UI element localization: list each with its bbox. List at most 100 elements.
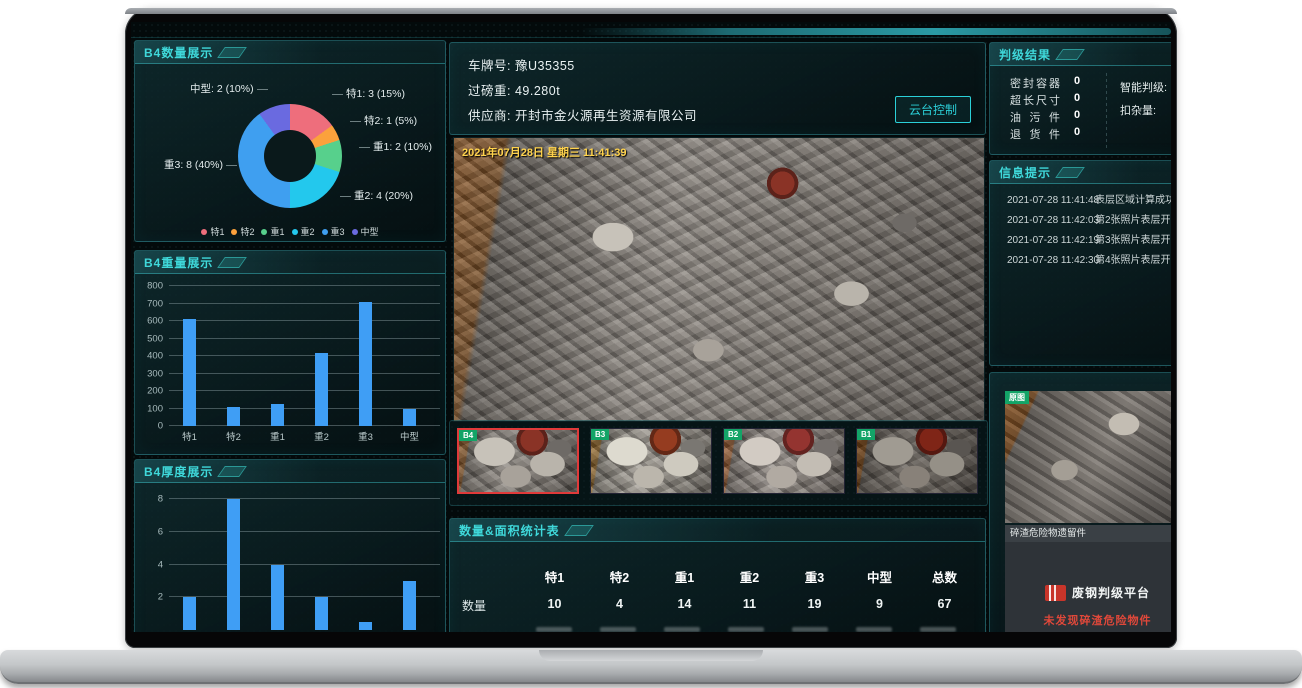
bar (183, 319, 196, 426)
panel-tab-decoration (217, 466, 247, 477)
supplier-value: 开封市金火源再生资源有限公司 (515, 109, 697, 123)
plate-label: 车牌号: (468, 59, 511, 73)
table-cell: 9 (847, 597, 912, 614)
panel-tab-decoration (1055, 167, 1085, 178)
gridline (169, 564, 440, 565)
donut-slice-label: 重1: 2 (10%) (359, 139, 432, 154)
camera-thumbnail[interactable]: B1 (856, 428, 978, 494)
header-accent-line (131, 37, 1171, 38)
legend-dot-icon (352, 229, 358, 235)
legend-dot-icon (231, 229, 237, 235)
donut-slice-label: 重3: 8 (40%) (164, 157, 237, 172)
plate-value: 豫U35355 (515, 59, 575, 73)
panel-tab-decoration (1055, 49, 1085, 60)
panel-thickness-chart: B4厚度展示 2468 (134, 459, 446, 632)
bar (271, 404, 284, 426)
table-header-cell: 特2 (587, 567, 652, 586)
legend-dot-icon (292, 229, 298, 235)
legend-label: 中型 (361, 225, 379, 238)
grading-item-value: 0 (1074, 92, 1080, 108)
table-cell: 14 (652, 597, 717, 614)
y-tick-label: 4 (158, 559, 163, 570)
grading-item-value: 0 (1074, 109, 1080, 125)
thumbnail-badge: B4 (459, 430, 477, 441)
legend-dot-icon (261, 229, 267, 235)
brand-name: 废钢判级平台 (1072, 584, 1150, 601)
table-header-row: 特1特2重1重2重3中型总数 (462, 567, 977, 586)
donut-legend: 特1特2重1重2重3中型 (135, 225, 445, 238)
brand-logo-icon (1045, 585, 1066, 601)
table-header-cell: 重1 (652, 567, 717, 586)
grading-item-label: 密封容器 (1010, 75, 1060, 91)
log-entry: 2021-07-28 11:42:19第3张照片表层开 (1007, 231, 1171, 246)
panel-tab-decoration (564, 525, 594, 536)
bar (403, 581, 416, 630)
log-time: 2021-07-28 11:41:48 (1007, 195, 1095, 206)
gridline (169, 303, 440, 304)
y-tick-label: 600 (147, 316, 163, 327)
plate-row: 车牌号: 豫U35355 (468, 55, 575, 74)
panel-quantity-chart: B4数量展示 特1: 3 (15%) 特2: 1 (5%) 重1: 2 (10%) 重… (134, 40, 446, 242)
legend-dot-icon (322, 229, 328, 235)
table-row-clipped (462, 627, 977, 632)
panel-stats-table: 数量&面积统计表 特1特2重1重2重3中型总数数量104141119967 (449, 518, 986, 632)
gridline (169, 355, 440, 356)
photo-timestamp: 2021年07月28日 星期三 11:41:39 (462, 144, 626, 160)
panel-review: 原图 碎渣危险物遗留件 废钢判级平台 未发现碎渣危险物件 (989, 372, 1171, 632)
laptop-screen: B4数量展示 特1: 3 (15%) 特2: 1 (5%) 重1: 2 (10%) 重… (125, 8, 1177, 648)
x-category-label: 重3 (344, 429, 388, 443)
panel-weight-title: B4重量展示 (144, 254, 213, 271)
table-cell: 19 (782, 597, 847, 614)
laptop-base-notch (539, 650, 763, 661)
y-tick-label: 8 (158, 494, 163, 505)
review-caption: 碎渣危险物遗留件 (1005, 525, 1171, 542)
y-tick-label: 500 (147, 333, 163, 344)
main-camera-photo[interactable]: 2021年07月28日 星期三 11:41:39 (453, 137, 985, 422)
donut-hole (264, 130, 316, 182)
y-tick-label: 700 (147, 298, 163, 309)
panel-grading-result: 判级结果 密封容器0超长尺寸0油污件0退货件0 智能判级:扣杂量: (989, 42, 1171, 155)
thumbnail-badge: B1 (857, 429, 875, 440)
panel-quantity-title: B4数量展示 (144, 44, 213, 61)
legend-item: 特2 (231, 225, 254, 238)
thumbnail-badge: B3 (591, 429, 609, 440)
brand-row: 废钢判级平台 (1005, 584, 1171, 601)
y-tick-label: 100 (147, 403, 163, 414)
donut-slice-label: 特2: 1 (5%) (350, 113, 417, 128)
table-cell: 11 (717, 597, 782, 614)
laptop-lid-edge (125, 8, 1177, 14)
gridline (169, 320, 440, 321)
donut-slice-label: 特1: 3 (15%) (332, 86, 405, 101)
x-category-label: 中型 (388, 429, 432, 443)
camera-thumbnail[interactable]: B4 (457, 428, 579, 494)
grading-item: 退货件0 (1010, 126, 1080, 142)
y-tick-label: 300 (147, 368, 163, 379)
x-category-label: 重1 (256, 429, 300, 443)
gridline (169, 373, 440, 374)
camera-thumbnail[interactable]: B3 (590, 428, 712, 494)
thumbnail-strip: B4 B3 B2 B1 (449, 420, 988, 506)
panel-grading-title: 判级结果 (999, 46, 1051, 63)
camera-thumbnail[interactable]: B2 (723, 428, 845, 494)
original-photo[interactable]: 原图 (1005, 391, 1171, 523)
weigh-label: 过磅重: (468, 84, 511, 98)
table-header-cell: 中型 (847, 567, 912, 586)
table-header-cell: 重3 (782, 567, 847, 586)
table-row-label: 数量 (462, 597, 522, 614)
y-tick-label: 0 (158, 421, 163, 432)
grading-item-label: 油污件 (1010, 109, 1060, 125)
log-message: 第3张照片表层开 (1095, 235, 1171, 246)
legend-item: 重1 (261, 225, 284, 238)
y-tick-label: 800 (147, 281, 163, 292)
legend-label: 重3 (331, 225, 345, 238)
gridline (169, 285, 440, 286)
log-message: 表层区域计算成功 (1095, 195, 1171, 206)
grading-right-label: 智能判级: (1120, 79, 1167, 95)
divider (1106, 73, 1107, 151)
bar (315, 597, 328, 630)
log-message: 第2张照片表层开 (1095, 215, 1171, 226)
ptz-control-button[interactable]: 云台控制 (895, 96, 971, 123)
table-cell: 67 (912, 597, 977, 614)
donut-slice-label: 重2: 4 (20%) (340, 188, 413, 203)
bar (183, 597, 196, 630)
